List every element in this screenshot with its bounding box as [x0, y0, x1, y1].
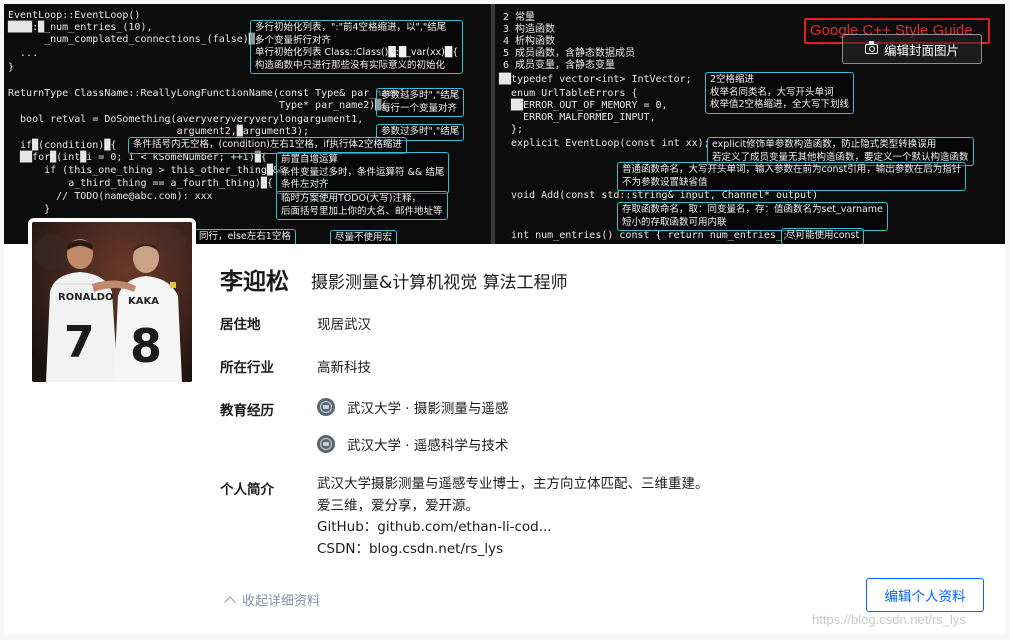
annotation-box: 临时方案使用TODO(大写)注释， 后面括号里加上你的大名、邮件地址等 — [276, 191, 448, 220]
code-line: a_third_thing == a_fourth_thing)█{ — [8, 178, 273, 189]
code-line: EventLoop::EventLoop() — [8, 10, 141, 21]
code-line: _num_complated_connections_(false)█{ — [8, 34, 261, 45]
education-item[interactable]: 武汉大学 · 遥感科学与技术 — [317, 434, 508, 454]
code-line: }; — [499, 124, 524, 135]
svg-text:8: 8 — [130, 319, 162, 373]
code-line: ██for█(int█i = 0; i < kSomeNumber; ++i)█… — [8, 152, 267, 163]
cover-image: EventLoop::EventLoop() ████:█_num_entrie… — [4, 4, 1005, 244]
code-line: ReturnType ClassName::ReallyLongFunction… — [8, 88, 412, 99]
bio-text: 武汉大学摄影测量与遥感专业博士，主方向立体匹配、三维重建。 爱三维，爱分享，爱开… — [317, 474, 709, 560]
education-text: 武汉大学 · 遥感科学与技术 — [347, 438, 509, 454]
profile-headline: 摄影测量&计算机视觉 算法工程师 — [311, 273, 568, 293]
svg-text:7: 7 — [64, 317, 95, 368]
edit-profile-button[interactable]: 编辑个人资料 — [866, 578, 984, 612]
code-line: Type* par_name2)█{ — [8, 100, 388, 111]
collapse-label: 收起详细资料 — [242, 594, 321, 609]
bio-line: 爱三维，爱分享，爱开源。 — [317, 497, 479, 514]
bio-line-csdn[interactable]: CSDN：blog.csdn.net/rs_lys — [317, 539, 709, 561]
code-line: ██typedef vector<int> IntVector; — [499, 74, 692, 85]
camera-icon — [864, 41, 878, 54]
code-line: if (this_one_thing > this_other_thing█&& — [8, 165, 285, 176]
annotation-box: 同行，else左右1空格 — [194, 229, 296, 244]
code-line: // TODO(name@abc.com): xxx — [8, 191, 213, 202]
code-line: ... — [8, 48, 39, 59]
code-line: int num_entries() const { return num_ent… — [499, 230, 801, 241]
code-line: 3 构造函数 — [503, 24, 556, 35]
chevron-up-icon — [224, 595, 236, 608]
code-line: ERROR_MALFORMED_INPUT, — [499, 112, 656, 123]
education-label: 教育经历 — [220, 403, 274, 419]
code-line: void Add(const std::string& input, Chann… — [499, 190, 819, 201]
annotation-box: 存取函数命名，取：同变量名，存：值函数名为set_varname 短小的存取函数… — [617, 202, 888, 231]
bio-label: 个人简介 — [220, 482, 274, 498]
code-line: ████:█_num_entries_(10), — [8, 22, 153, 33]
profile-card: RONALDO 7 KAKA 8 李迎松 摄影测量&计算机视觉 算法工程师 居住… — [4, 218, 1005, 634]
annotation-box: 尽量不使用宏 — [330, 230, 398, 244]
collapse-details-button[interactable]: 收起详细资料 — [224, 590, 321, 609]
edit-cover-label: 编辑封面图片 — [883, 42, 959, 58]
profile-name: 李迎松 — [220, 269, 289, 295]
annotation-box: 尽可能使用const — [781, 228, 865, 244]
code-line: 5 成员函数，含静态数据成员 — [503, 48, 636, 59]
bio-line: 武汉大学摄影测量与遥感专业博士，主方向立体匹配、三维重建。 — [317, 476, 709, 492]
location-value: 现居武汉 — [317, 317, 371, 333]
industry-label: 所在行业 — [220, 360, 274, 376]
watermark: https://blog.csdn.net/rs_lys — [812, 612, 966, 627]
school-icon — [317, 435, 335, 453]
svg-text:RONALDO: RONALDO — [58, 292, 113, 303]
avatar-image: RONALDO 7 KAKA 8 — [32, 222, 192, 382]
annotation-box: 前置自增运算 条件变量过多时，条件运算符 && 结尾 条件左对齐 — [276, 152, 450, 194]
svg-text:KAKA: KAKA — [128, 296, 159, 307]
location-label: 居住地 — [220, 317, 261, 333]
annotation-box: 普通函数命名，大写开头单词，输入参数在前为const引用，输出参数在后为指针 不… — [617, 162, 967, 191]
annotation-box: 多行初始化列表，":"前4空格缩进，以","结尾 多个变量折行对齐 单行初始化列… — [250, 20, 464, 74]
code-pane-left: EventLoop::EventLoop() ████:█_num_entrie… — [4, 4, 491, 244]
education-item[interactable]: 武汉大学 · 摄影测量与遥感 — [317, 397, 508, 417]
industry-value: 高新科技 — [317, 360, 371, 376]
bio-line-github[interactable]: GitHub：github.com/ethan-li-cod... — [317, 517, 709, 539]
code-line: 4 析构函数 — [503, 36, 556, 47]
code-line: 6 成员变量，含静态变量 — [503, 60, 616, 71]
avatar[interactable]: RONALDO 7 KAKA 8 — [28, 218, 196, 386]
code-line: bool retval = DoSomething(averyveryveryv… — [8, 114, 364, 125]
code-line: 2 常量 — [503, 12, 536, 23]
code-line: if█(condition)█{ — [8, 140, 117, 151]
code-line: } — [8, 62, 15, 73]
edit-cover-button[interactable]: 编辑封面图片 — [842, 34, 982, 64]
code-line: enum UrlTableErrors { — [499, 88, 638, 99]
annotation-box: 2空格缩进 枚举名同类名，大写开头单词 枚举值2空格缩进，全大写下划线 — [705, 72, 855, 114]
annotation-box: 参数过多时","结尾 每行一个变量对齐 — [376, 88, 465, 117]
code-line: } — [8, 204, 51, 215]
education-text: 武汉大学 · 摄影测量与遥感 — [347, 401, 509, 417]
code-line: explicit EventLoop(const int xx); — [499, 138, 710, 149]
school-icon — [317, 398, 335, 416]
code-line: ██ERROR_OUT_OF_MEMORY = 0, — [499, 100, 668, 111]
